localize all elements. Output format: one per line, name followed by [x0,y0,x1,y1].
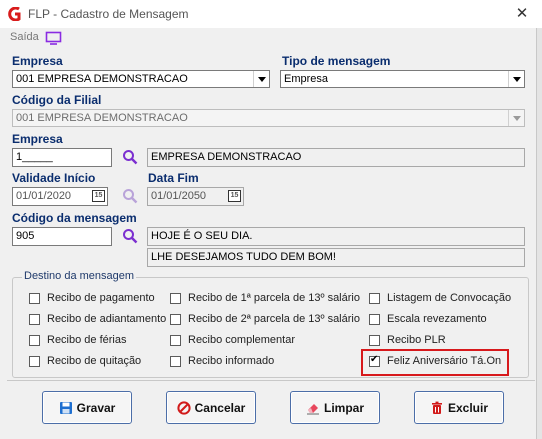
checkbox-recibo-informado[interactable]: Recibo informado [170,355,274,367]
empresa-select[interactable]: 001 EMPRESA DEMONSTRACAO [12,70,270,88]
checkbox-box[interactable] [170,313,181,325]
cancelar-label: Cancelar [194,400,246,415]
app-logo-icon [8,7,21,21]
checkbox-box[interactable] [369,292,380,304]
checkbox-box[interactable] [369,313,380,325]
divider [7,380,535,381]
search-icon[interactable] [122,188,138,204]
gravar-label: Gravar [76,400,116,415]
gravar-button[interactable]: Gravar [42,391,132,424]
tipo-mensagem-label: Tipo de mensagem [282,54,391,68]
validade-label: Validade Início [12,171,96,185]
checkbox-label: Recibo de quitação [47,355,142,367]
checkbox-box[interactable] [369,334,380,346]
checkbox-recibo-quitacao[interactable]: Recibo de quitação [29,355,141,367]
cancelar-button[interactable]: Cancelar [166,391,256,424]
empresa-code-label: Empresa [12,132,63,146]
limpar-button[interactable]: Limpar [290,391,380,424]
destino-title: Destino da mensagem [22,270,137,282]
validade-inicio-input[interactable]: 01/01/2020 15 [12,187,108,206]
floppy-disk-icon [59,401,72,414]
checkbox-label: Recibo PLR [387,334,446,346]
checkbox-recibo-plr[interactable]: Recibo PLR [369,334,446,346]
filial-select-value: 001 EMPRESA DEMONSTRACAO [16,112,188,124]
empresa-label: Empresa [12,54,63,68]
checkbox-recibo-adiantamento[interactable]: Recibo de adiantamento [29,313,166,325]
close-icon[interactable]: ✕ [511,4,533,24]
checkbox-recibo-complementar[interactable]: Recibo complementar [170,334,295,346]
menu-saida[interactable]: Saída [10,31,39,43]
checkbox-label: Recibo de adiantamento [47,313,167,325]
mensagem-line-2: LHE DESEJAMOS TUDO DEM BOM! [147,248,525,267]
trash-icon [431,401,442,414]
excluir-button[interactable]: Excluir [414,391,504,424]
checkbox-box[interactable] [29,292,40,304]
codigo-mensagem-input[interactable]: 905 [12,227,112,246]
checkbox-box[interactable] [170,292,181,304]
window-title: FLP - Cadastro de Mensagem [28,7,189,21]
mensagem-line-1: HOJE É O SEU DIA. [147,227,525,246]
checkbox-recibo-pagamento[interactable]: Recibo de pagamento [29,292,155,304]
filial-label: Código da Filial [12,93,102,107]
chevron-down-icon[interactable] [508,71,524,87]
data-fim-value: 01/01/2050 [151,190,207,202]
excluir-label: Excluir [447,400,489,415]
codigo-mensagem-label: Código da mensagem [12,211,137,225]
checkbox-label: Recibo complementar [188,334,295,346]
data-fim-label: Data Fim [148,171,199,185]
checkbox-recibo-1a-parcela[interactable]: Recibo de 1ª parcela de 13º salário [170,292,360,304]
cancel-icon [177,400,191,415]
chevron-down-icon[interactable] [508,110,524,126]
empresa-select-value: 001 EMPRESA DEMONSTRACAO [16,73,188,85]
checkbox-recibo-ferias[interactable]: Recibo de férias [29,334,127,346]
checkbox-listagem-convocacao[interactable]: Listagem de Convocação [369,292,511,304]
filial-select[interactable]: 001 EMPRESA DEMONSTRACAO [12,109,525,127]
checkbox-label: Escala revezamento [387,313,487,325]
search-icon[interactable] [122,228,138,244]
checkbox-label: Recibo informado [188,355,275,367]
checkbox-label: Recibo de 1ª parcela de 13º salário [188,292,360,304]
limpar-label: Limpar [323,400,364,415]
window-edge [536,28,542,439]
data-fim-input[interactable]: 01/01/2050 15 [147,187,244,206]
checkbox-label: Recibo de pagamento [47,292,155,304]
empresa-code-input[interactable]: 1_____ [12,148,112,167]
checkbox-label: Recibo de férias [47,334,127,346]
empresa-name-field: EMPRESA DEMONSTRACAO [147,148,525,167]
tipo-mensagem-value: Empresa [284,73,329,85]
monitor-icon[interactable] [45,31,62,45]
checkbox-box[interactable] [170,334,181,346]
highlight-annotation [361,349,509,376]
checkbox-label: Recibo de 2ª parcela de 13º salário [188,313,360,325]
calendar-icon[interactable]: 15 [92,190,105,202]
tipo-mensagem-select[interactable]: Empresa [280,70,525,88]
eraser-icon [306,403,319,414]
checkbox-recibo-2a-parcela[interactable]: Recibo de 2ª parcela de 13º salário [170,313,360,325]
checkbox-box[interactable] [29,313,40,325]
checkbox-box[interactable] [170,355,181,367]
validade-inicio-value: 01/01/2020 [16,190,72,202]
calendar-icon[interactable]: 15 [228,190,241,202]
checkbox-box[interactable] [29,355,40,367]
title-bar: FLP - Cadastro de Mensagem ✕ [0,0,542,28]
search-icon[interactable] [122,149,138,165]
checkbox-box[interactable] [29,334,40,346]
checkbox-escala-revezamento[interactable]: Escala revezamento [369,313,487,325]
checkbox-label: Listagem de Convocação [387,292,512,304]
chevron-down-icon[interactable] [253,71,269,87]
